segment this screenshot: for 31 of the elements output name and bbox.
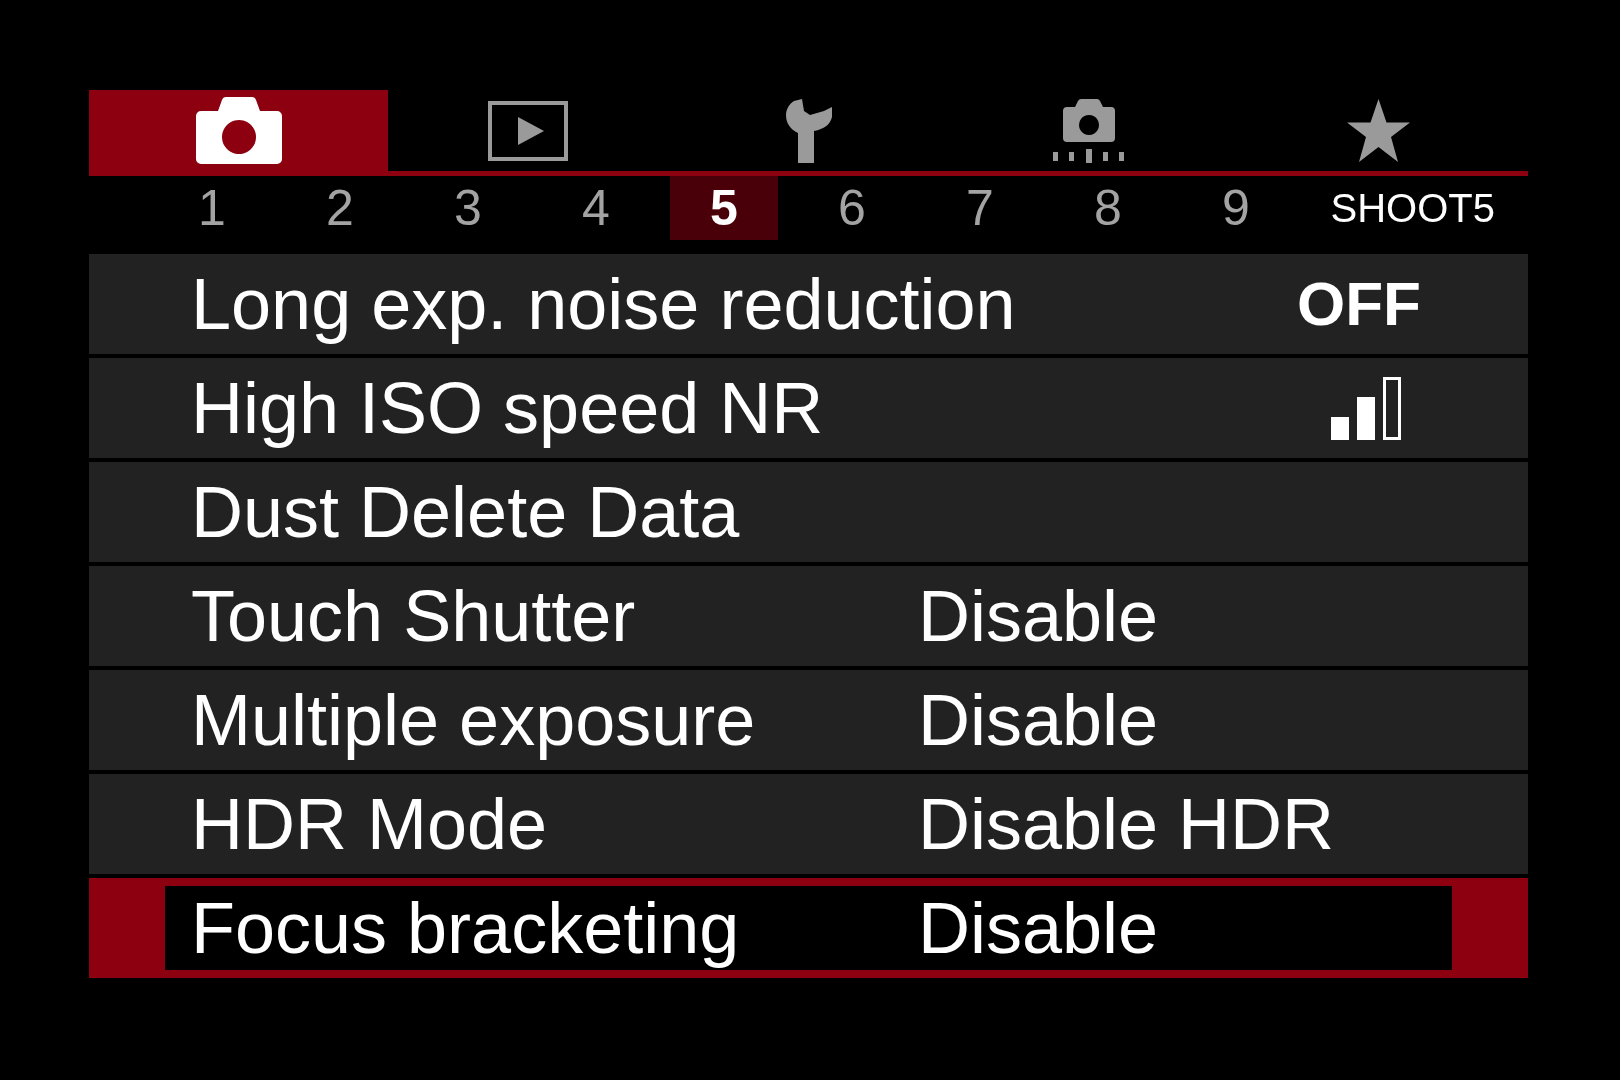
setting-label: Touch Shutter (191, 580, 637, 652)
camera-scale-icon (1052, 98, 1124, 163)
page-tab[interactable]: 8 (1054, 176, 1162, 240)
menu-tab[interactable] (89, 90, 388, 171)
menu-row[interactable]: High ISO speed NR (89, 358, 1528, 458)
menu-row[interactable]: Focus bracketing Disable (89, 878, 1528, 978)
wrench-icon (784, 98, 832, 163)
setting-value: Disable (918, 892, 1159, 964)
star-icon (1345, 99, 1411, 162)
page-title: SHOOT5 (1330, 188, 1495, 228)
page-tab[interactable]: 7 (926, 176, 1034, 240)
menu-row[interactable]: Multiple exposure Disable (89, 670, 1528, 770)
menu-row[interactable]: Touch Shutter Disable (89, 566, 1528, 666)
menu-row[interactable]: Long exp. noise reduction OFF (89, 254, 1528, 354)
menu-row[interactable]: HDR Mode Disable HDR (89, 774, 1528, 874)
setting-value: Disable (918, 684, 1159, 756)
setting-value: Disable HDR (918, 788, 1335, 860)
page-tab[interactable]: 3 (414, 176, 522, 240)
setting-label: HDR Mode (191, 788, 549, 860)
setting-value: OFF (1297, 273, 1421, 335)
menu-row[interactable]: Dust Delete Data (89, 462, 1528, 562)
page-tab[interactable]: 2 (286, 176, 394, 240)
camera-icon (195, 97, 282, 164)
page-tab[interactable]: 1 (158, 176, 266, 240)
setting-label: Dust Delete Data (191, 476, 741, 548)
page-tab[interactable]: 9 (1182, 176, 1290, 240)
page-tab[interactable]: 5 (670, 176, 778, 240)
play-icon (488, 100, 568, 161)
page-tab[interactable]: 6 (798, 176, 906, 240)
page-tab[interactable]: 4 (542, 176, 650, 240)
setting-value: Disable (918, 580, 1159, 652)
